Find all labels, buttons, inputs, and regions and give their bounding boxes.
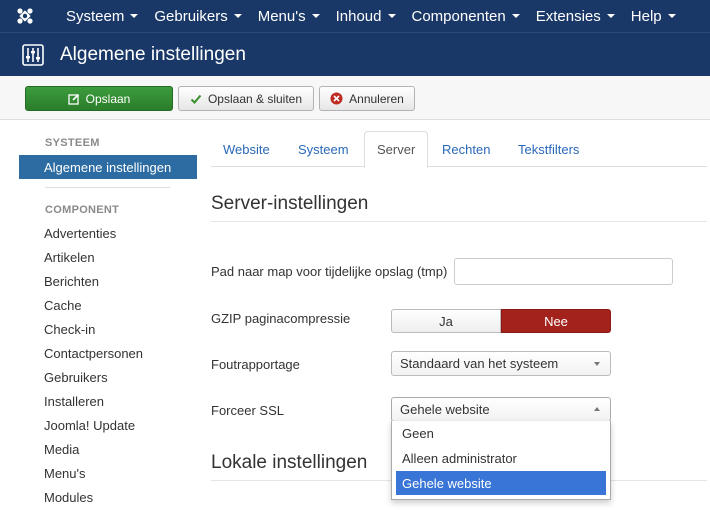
nav-systeem[interactable]: Systeem [50,0,139,32]
sidebar: SYSTEEM Algemene instellingen COMPONENT … [0,120,206,510]
nav-menus[interactable]: Menu's [242,0,320,32]
nav-inhoud[interactable]: Inhoud [320,0,396,32]
tab-website[interactable]: Website [211,131,282,167]
page-header: Algemene instellingen [0,32,710,76]
toolbar: Opslaan Opslaan & sluiten Annuleren [0,76,710,120]
tab-rechten[interactable]: Rechten [430,131,502,167]
save-label: Opslaan [85,91,131,106]
caret-down-icon [387,14,396,18]
section-title-locale: Lokale instellingen [211,452,368,473]
error-reporting-label: Foutrapportage [211,357,300,372]
cancel-button[interactable]: Annuleren [319,86,415,111]
sidebar-item[interactable]: Gebruikers [44,370,108,385]
force-ssl-select[interactable]: Gehele website [391,397,611,422]
sidebar-item[interactable]: Menu's [44,466,86,481]
check-icon [190,94,202,104]
sidebar-item[interactable]: Media [44,442,79,457]
sidebar-item[interactable]: Artikelen [44,250,95,265]
force-ssl-value: Gehele website [400,402,490,417]
save-close-label: Opslaan & sluiten [207,91,303,106]
sidebar-item[interactable]: Modules [44,490,93,505]
caret-down-icon [311,14,320,18]
sidebar-item[interactable]: Berichten [44,274,99,289]
sidebar-item[interactable]: Check-in [44,322,95,337]
sidebar-item[interactable]: Cache [44,298,82,313]
section-divider [211,221,707,222]
tmp-path-label: Pad naar map voor tijdelijke opslag (tmp… [211,264,448,279]
tmp-path-input[interactable] [454,258,673,285]
cancel-label: Annuleren [349,91,404,106]
caret-down-icon [667,14,676,18]
nav-componenten[interactable]: Componenten [396,0,520,32]
sidebar-item[interactable]: Installeren [44,394,104,409]
tab-server[interactable]: Server [364,131,429,168]
tab-systeem[interactable]: Systeem [286,131,361,167]
caret-down-icon [511,14,520,18]
caret-down-icon [233,14,242,18]
ssl-option-gehele-website[interactable]: Gehele website [396,471,606,495]
sidebar-heading-component: COMPONENT [45,204,120,216]
gzip-label: GZIP paginacompressie [211,311,351,326]
chevron-down-icon [594,362,600,366]
cancel-circle-icon [330,92,343,105]
section-title-server: Server-instellingen [211,193,369,214]
page-title: Algemene instellingen [60,43,246,65]
nav-help[interactable]: Help [615,0,676,32]
sidebar-item[interactable]: Contactpersonen [44,346,143,361]
sidebar-item[interactable]: Advertenties [44,226,116,241]
sidebar-divider [45,187,170,188]
gzip-yes-button[interactable]: Ja [391,309,501,333]
caret-down-icon [130,14,139,18]
force-ssl-label: Forceer SSL [211,403,284,418]
sidebar-item-algemene-instellingen[interactable]: Algemene instellingen [19,155,197,179]
ssl-option-geen[interactable]: Geen [396,421,606,445]
error-reporting-select[interactable]: Standaard van het systeem [391,351,611,376]
gzip-toggle: Ja Nee [391,309,611,333]
chevron-up-icon [594,407,600,411]
ssl-option-admin[interactable]: Alleen administrator [396,446,606,470]
top-navbar: Systeem Gebruikers Menu's Inhoud Compone… [0,0,710,32]
edit-icon [67,93,79,105]
error-reporting-value: Standaard van het systeem [400,356,559,371]
save-button[interactable]: Opslaan [25,86,173,111]
nav-extensies[interactable]: Extensies [520,0,615,32]
sidebar-item[interactable]: Joomla! Update [44,418,135,433]
joomla-logo-icon[interactable] [0,0,50,32]
caret-down-icon [606,14,615,18]
settings-tabs: Website Systeem Server Rechten Tekstfilt… [211,131,707,168]
save-close-button[interactable]: Opslaan & sluiten [178,86,314,111]
nav-gebruikers[interactable]: Gebruikers [138,0,242,32]
tab-tekstfilters[interactable]: Tekstfilters [506,131,591,167]
sidebar-heading-systeem: SYSTEEM [45,137,100,149]
force-ssl-dropdown: Geen Alleen administrator Gehele website [391,421,611,500]
gzip-no-button[interactable]: Nee [501,309,611,333]
sliders-icon [22,43,44,66]
